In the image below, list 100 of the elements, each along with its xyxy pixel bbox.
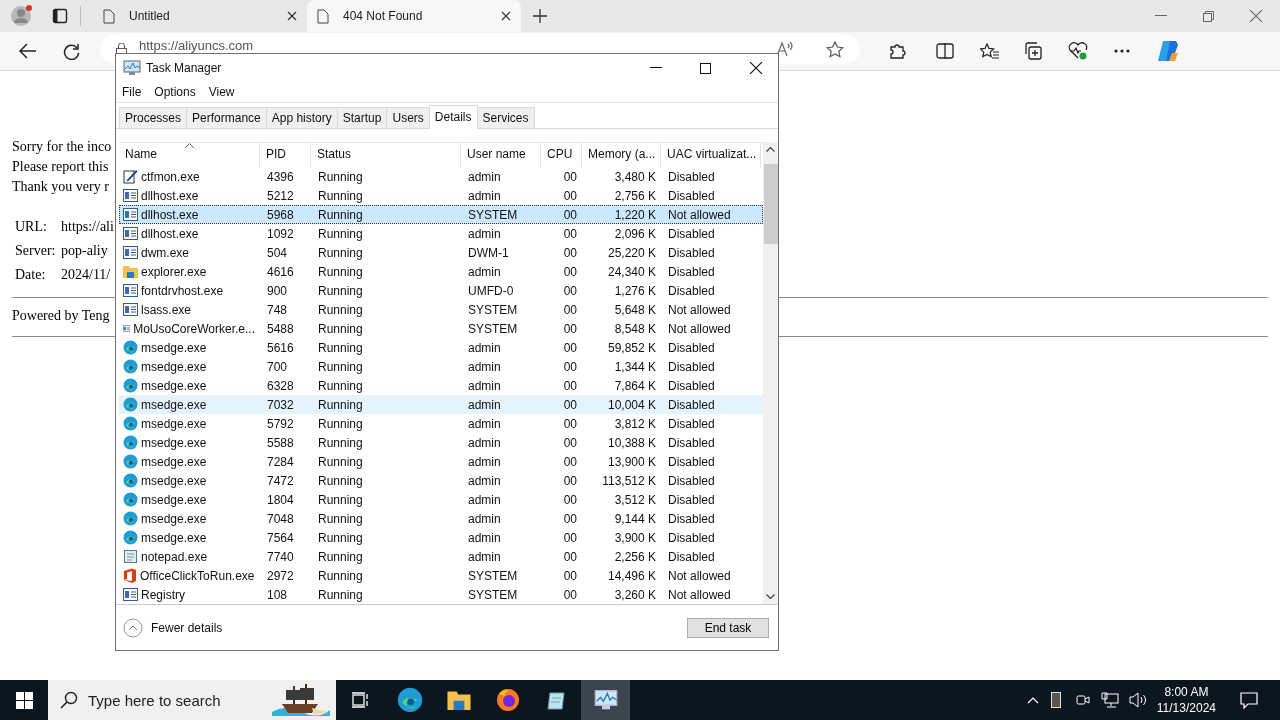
column-header[interactable]: User name [461,143,541,167]
menu-item[interactable]: File [122,85,142,99]
favorites-icon[interactable] [980,42,1000,60]
more-icon[interactable] [1114,49,1130,53]
restore-icon[interactable] [1203,10,1214,22]
volume-icon[interactable] [1128,692,1147,708]
close-icon[interactable] [287,11,297,21]
network-icon[interactable] [1100,692,1119,708]
process-row[interactable]: lsass.exe 748 Running SYSTEM 00 5,648 K Not allowed [119,300,763,319]
search-box[interactable]: Type here to search [48,680,336,720]
read-aloud-icon[interactable] [776,41,794,57]
process-row[interactable]: notepad.exe 7740 Running admin 00 2,256 K Disabled [119,547,763,566]
star-icon[interactable] [826,40,844,58]
copilot-icon[interactable] [1156,39,1180,63]
process-row[interactable]: msedge.exe 7032 Running admin 00 10,004 K Disabled [119,395,763,414]
tab[interactable]: Startup [336,107,388,128]
process-row[interactable]: msedge.exe 7472 Running admin 00 113,512 K Disabled [119,471,763,490]
clock-date[interactable]: 11/13/2024 [1156,700,1216,716]
process-row[interactable]: dllhost.exe 1092 Running admin 00 2,096 K Disabled [119,224,763,243]
table-cell: admin [468,188,501,203]
column-header[interactable]: Status [311,143,461,167]
scrollbar-thumb[interactable] [763,164,778,244]
close-icon[interactable] [750,62,762,74]
browser-tab[interactable]: 404 Not Found [307,0,521,32]
tab[interactable]: Users [386,107,430,128]
process-row[interactable]: ctfmon.exe 4396 Running admin 00 3,480 K Disabled [119,167,763,186]
tab[interactable]: App history [265,107,338,128]
table-cell: 7284 [267,454,294,469]
column-header[interactable]: UAC virtualizat... [661,143,761,167]
battery-icon[interactable] [1050,692,1061,708]
process-row[interactable]: OfficeClickToRun.exe 2972 Running SYSTEM 00 14,496 K Not allowed [119,566,763,585]
process-row[interactable]: dllhost.exe 5968 Running SYSTEM 00 1,220 K Not allowed [119,205,763,224]
table-cell: 108 [267,587,288,602]
process-row[interactable]: msedge.exe 5588 Running admin 00 10,388 K Disabled [119,433,763,452]
edge-icon [396,687,423,713]
split-screen-icon[interactable] [936,43,954,59]
process-row[interactable]: fontdrvhost.exe 900 Running UMFD-0 00 1,276 K Disabled [119,281,763,300]
table-cell: Disabled [668,397,715,412]
close-icon[interactable] [501,11,511,21]
process-row[interactable]: explorer.exe 4616 Running admin 00 24,340 K Disabled [119,262,763,281]
process-row[interactable]: dwm.exe 504 Running DWM-1 00 25,220 K Disabled [119,243,763,262]
table-cell: 00 [563,359,577,374]
tab[interactable]: Services [476,107,535,128]
process-row[interactable]: msedge.exe 5792 Running admin 00 3,812 K Disabled [119,414,763,433]
notification-icon[interactable] [1240,691,1258,709]
table-cell: Running [318,188,363,203]
refresh-icon[interactable] [63,42,80,60]
new-tab-icon[interactable] [533,9,547,23]
column-header[interactable]: CPU [541,143,582,167]
process-row[interactable]: msedge.exe 7284 Running admin 00 13,900 K Disabled [119,452,763,471]
back-icon[interactable] [19,43,37,59]
table-cell: Disabled [668,378,715,393]
tab[interactable]: Performance [186,107,267,128]
scroll-up-icon[interactable] [766,147,775,152]
process-row[interactable]: msedge.exe 5616 Running admin 00 59,852 K Disabled [119,338,763,357]
chevron-up-icon[interactable] [1026,696,1039,704]
scrollbar[interactable] [763,142,778,604]
process-row[interactable]: dllhost.exe 5212 Running admin 00 2,756 K Disabled [119,186,763,205]
process-row[interactable]: Registry 108 Running SYSTEM 00 3,260 K Not allowed [119,585,763,604]
table-cell: Disabled [668,245,715,260]
fewer-details-button[interactable]: Fewer details [123,617,687,638]
process-row[interactable]: msedge.exe 7564 Running admin 00 3,900 K Disabled [119,528,763,547]
clock-time[interactable]: 8:00 AM [1164,684,1209,700]
heartbeat-icon[interactable] [1068,42,1088,60]
tab[interactable]: Processes [119,107,188,128]
process-row[interactable]: msedge.exe 6328 Running admin 00 7,864 K Disabled [119,376,763,395]
table-cell: 00 [563,264,577,279]
table-cell: admin [468,264,501,279]
tab[interactable]: Details [428,105,478,129]
process-row[interactable]: MoUsoCoreWorker.e... 5488 Running SYSTEM 00 8,548 K Not allowed [119,319,763,338]
table-cell: Disabled [668,416,715,431]
column-header[interactable]: Memory (a... [582,143,661,167]
end-task-button[interactable]: End task [687,617,769,638]
menu-item[interactable]: View [208,85,235,99]
puzzle-icon[interactable] [888,42,906,60]
profile-avatar-icon[interactable] [10,4,34,28]
table-cell: Disabled [668,264,715,279]
tab-actions-icon[interactable] [52,8,68,24]
browser-tab[interactable]: Untitled [93,0,307,32]
address-field[interactable]: https://aliyuncs.com [139,37,254,53]
lock-icon[interactable] [116,42,127,56]
menu-item[interactable]: Options [154,85,196,99]
collections-icon[interactable] [1024,42,1042,60]
table-cell: notepad.exe [141,549,208,564]
table-cell: msedge.exe [141,416,207,431]
taskbar-app[interactable] [581,680,630,720]
camera-icon[interactable] [1074,692,1091,708]
column-header[interactable]: Name [119,143,260,167]
table-cell: 59,852 K [607,340,656,355]
table-cell: SYSTEM [468,302,518,317]
process-row[interactable]: msedge.exe 1804 Running admin 00 3,512 K Disabled [119,490,763,509]
process-row[interactable]: msedge.exe 7048 Running admin 00 9,144 K Disabled [119,509,763,528]
maximize-icon[interactable] [700,62,711,74]
table-cell: 00 [563,340,577,355]
column-header[interactable]: PID [260,143,311,167]
process-row[interactable]: msedge.exe 700 Running admin 00 1,344 K Disabled [119,357,763,376]
table-cell: 8,548 K [614,321,656,336]
search-input[interactable]: Type here to search [86,690,260,710]
minimize-icon[interactable] [650,67,662,69]
scroll-down-icon[interactable] [766,594,775,599]
